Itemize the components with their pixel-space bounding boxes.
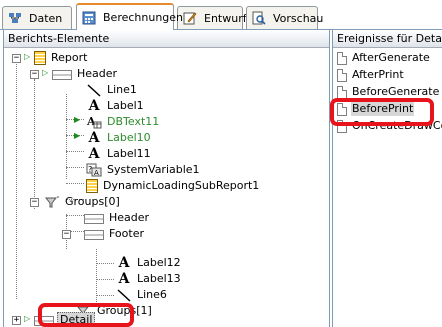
event-beforegenerate[interactable]: BeforeGenerate [333,84,442,100]
events-list[interactable]: AfterGenerate AfterPrint BeforeGenerate … [333,49,442,134]
tree-guide [66,183,84,184]
document-icon [337,102,347,116]
event-afterprint[interactable]: AfterPrint [333,67,442,83]
document-icon [337,51,347,65]
band-icon [52,70,72,80]
tree-node-dbtext11[interactable]: A DBText11 [86,114,161,130]
tree-guide [66,215,84,216]
tree-guide [66,167,84,168]
tree-node-group-footer[interactable]: Footer [84,226,146,242]
tree-guide [96,279,114,280]
tree-node-report[interactable]: Report [34,50,89,66]
tree-node-line1[interactable]: Line1 [86,82,139,98]
data-icon [8,11,22,25]
tab-entwurf[interactable]: Entwurf [177,6,247,29]
report-elements-tree[interactable]: − ▷ Report − ▷ Header Line1 A Label1 ▶ A… [4,49,329,327]
tree-guide [34,79,35,209]
tab-bar: Daten Berechnungen Entwurf Vorschau [0,0,442,30]
event-oncreatedrawcontrol[interactable]: OnCreateDrawCo [333,118,442,134]
calculator-icon [82,11,96,25]
document-icon [337,119,347,133]
tab-label: Vorschau [273,11,324,25]
tab-vorschau[interactable]: Vorschau [246,6,323,29]
events-panel: Ereignisse für Detailb AfterGenerate Aft… [332,30,442,327]
tree-node-line6[interactable]: Line6 [116,287,169,303]
tree-node-label13[interactable]: A Label13 [116,271,183,287]
tab-label: Daten [29,11,63,25]
label-icon: A [88,146,100,162]
system-variable-icon: ? A [86,163,102,177]
tree-node-groups0[interactable]: Groups[0] [44,194,122,210]
tree-guide [16,59,17,299]
tree-node-label11[interactable]: A Label11 [86,146,153,162]
band-icon [84,230,104,240]
tree-node-detail[interactable]: Detail [34,312,96,327]
svg-text:A: A [94,169,99,177]
tree-node-subreport1[interactable]: DynamicLoadingSubReport1 [86,178,261,194]
tree-guide [66,151,84,152]
tab-berechnungen[interactable]: Berechnungen [76,3,183,30]
group-icon [44,195,60,209]
document-icon [337,68,347,82]
line-icon [116,288,132,302]
collapse-toggle[interactable]: − [30,70,39,79]
event-beforeprint[interactable]: BeforePrint [333,101,442,117]
tree-node-label1[interactable]: A Label1 [86,98,146,114]
document-icon [337,85,347,99]
subreport-icon [86,179,98,193]
preview-icon [252,11,266,25]
arrow-right-icon: ▷ [42,68,49,77]
arrow-right-icon: ▷ [24,314,31,323]
label-icon: A [118,271,130,287]
events-panel-title: Ereignisse für Detailb [333,30,442,48]
collapse-toggle[interactable]: − [62,230,71,239]
tab-label: Berechnungen [103,11,184,24]
label-icon: A [88,98,100,114]
arrow-right-icon: ▷ [24,52,31,61]
tree-node-label10[interactable]: A Label10 [86,130,153,146]
report-icon [34,51,46,65]
tree-node-group-header[interactable]: Header [84,210,151,226]
report-elements-title: Berichts-Elemente [4,30,329,48]
band-icon [34,316,54,326]
tree-node-header[interactable]: Header [52,66,119,82]
band-icon [84,214,104,224]
arrow-right-icon: ▶ [74,115,81,124]
line-icon [86,83,102,97]
report-elements-panel: Berichts-Elemente − ▷ Report − ▷ Header [3,30,330,327]
arrow-right-icon: ▶ [74,131,81,140]
event-aftergenerate[interactable]: AfterGenerate [333,50,442,66]
collapse-toggle[interactable]: − [12,54,21,63]
tree-node-label12[interactable]: A Label12 [116,255,183,271]
tab-daten[interactable]: Daten [2,6,72,29]
expand-toggle[interactable]: + [12,316,21,325]
tree-guide [96,263,114,264]
design-icon [183,11,197,25]
tree-node-systemvariable1[interactable]: ? A SystemVariable1 [86,162,202,178]
collapse-toggle[interactable]: − [30,198,39,207]
label-icon: A [118,255,130,271]
label-icon: A [88,130,100,146]
tab-label: Entwurf [204,11,247,25]
dbtext-icon: A [86,115,102,129]
tree-guide [96,295,114,296]
